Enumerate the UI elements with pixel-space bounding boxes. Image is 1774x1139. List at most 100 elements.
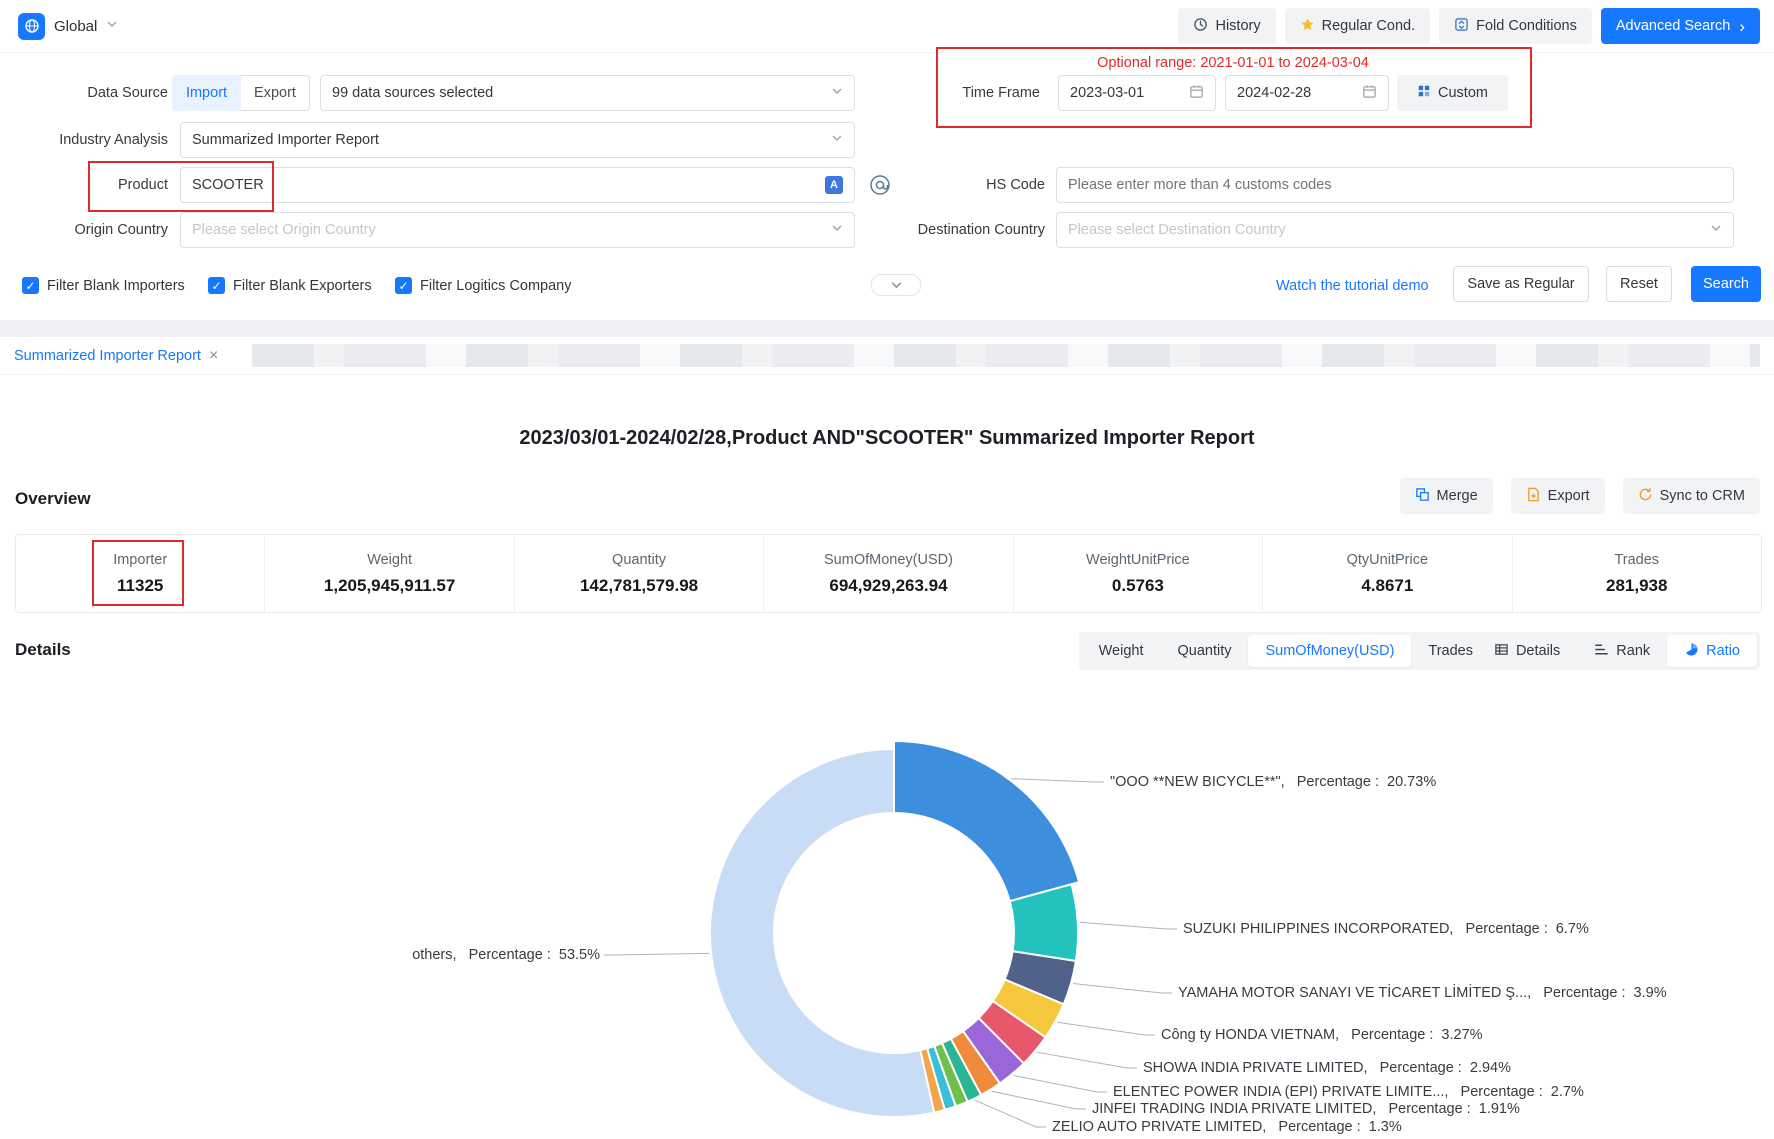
custom-grid-icon: [1417, 84, 1431, 102]
checkbox-label: Filter Logitics Company: [420, 278, 572, 294]
stat-trades: Trades 281,938: [1512, 535, 1761, 612]
import-tab[interactable]: Import: [172, 75, 241, 111]
label-line: [1080, 922, 1177, 929]
history-label: History: [1215, 18, 1260, 34]
industry-analysis-label: Industry Analysis: [0, 130, 168, 150]
view-tab-ratio[interactable]: Ratio: [1667, 635, 1757, 667]
custom-range-button[interactable]: Custom: [1397, 75, 1508, 111]
stat-label: Quantity: [612, 552, 666, 568]
start-date-value: 2023-03-01: [1070, 85, 1181, 101]
view-tab-label: Ratio: [1706, 643, 1740, 659]
end-date-input[interactable]: 2024-02-28: [1225, 75, 1389, 111]
stat-qty-unit-price: QtyUnitPrice 4.8671: [1262, 535, 1511, 612]
regular-cond-label: Regular Cond.: [1322, 18, 1416, 34]
history-button[interactable]: History: [1178, 8, 1275, 44]
stat-weight: Weight 1,205,945,911.57: [264, 535, 513, 612]
stat-label: SumOfMoney(USD): [824, 552, 953, 568]
export-tab[interactable]: Export: [241, 75, 310, 111]
view-tab-label: Details: [1516, 643, 1560, 659]
view-tab-rank[interactable]: Rank: [1577, 635, 1667, 667]
checkbox-checked-icon: ✓: [208, 277, 225, 294]
close-icon[interactable]: ×: [209, 348, 218, 364]
stat-value: 4.8671: [1361, 576, 1413, 596]
export-button[interactable]: Export: [1511, 478, 1605, 514]
ratio-donut-chart: "OOO **NEW BICYCLE**", Percentage : 20.7…: [0, 675, 1774, 1139]
checkbox-checked-icon: ✓: [22, 277, 39, 294]
filter-blank-exporters-checkbox[interactable]: ✓ Filter Blank Exporters: [208, 277, 372, 294]
origin-country-label: Origin Country: [0, 220, 168, 240]
data-sources-value: 99 data sources selected: [332, 85, 823, 101]
export-label: Export: [1548, 488, 1590, 504]
calendar-icon: [1362, 84, 1377, 103]
stat-value: 281,938: [1606, 576, 1667, 596]
stat-importer: Importer 11325: [16, 535, 264, 612]
import-export-toggle: Import Export: [172, 75, 310, 111]
stat-weight-unit-price: WeightUnitPrice 0.5763: [1013, 535, 1262, 612]
product-input[interactable]: [192, 177, 817, 193]
label-line: [975, 1100, 1046, 1127]
reset-button[interactable]: Reset: [1606, 266, 1672, 302]
stat-value: 1,205,945,911.57: [324, 576, 455, 596]
filter-logistics-company-checkbox[interactable]: ✓ Filter Logitics Company: [395, 277, 572, 294]
filter-blank-importers-checkbox[interactable]: ✓ Filter Blank Importers: [22, 277, 185, 294]
destination-country-label: Destination Country: [845, 220, 1045, 240]
fold-conditions-button[interactable]: Fold Conditions: [1439, 8, 1592, 44]
tutorial-demo-link[interactable]: Watch the tutorial demo: [1276, 278, 1429, 294]
start-date-input[interactable]: 2023-03-01: [1058, 75, 1216, 111]
merge-button[interactable]: Merge: [1400, 478, 1493, 514]
label-line: [1014, 1075, 1107, 1092]
star-icon: [1300, 17, 1315, 36]
chart-label: "OOO **NEW BICYCLE**", Percentage : 20.7…: [1110, 772, 1436, 792]
chevron-down-icon: [831, 132, 843, 148]
chart-label: JINFEI TRADING INDIA PRIVATE LIMITED, Pe…: [1092, 1099, 1520, 1119]
industry-analysis-select[interactable]: Summarized Importer Report: [180, 122, 855, 158]
overview-heading: Overview: [15, 489, 91, 509]
view-tab-details[interactable]: Details: [1477, 635, 1577, 667]
stat-value: 0.5763: [1112, 576, 1164, 596]
chevron-down-icon: [1710, 222, 1722, 238]
hs-code-input[interactable]: [1068, 177, 1722, 193]
stat-quantity: Quantity 142,781,579.98: [514, 535, 763, 612]
stat-label: QtyUnitPrice: [1347, 552, 1428, 568]
table-icon: [1494, 642, 1509, 661]
checkbox-label: Filter Blank Importers: [47, 278, 185, 294]
stat-label: Weight: [367, 552, 412, 568]
search-button[interactable]: Search: [1691, 266, 1761, 302]
metric-tab-quantity[interactable]: Quantity: [1160, 635, 1248, 667]
save-as-regular-button[interactable]: Save as Regular: [1453, 266, 1589, 302]
view-tab-label: Rank: [1616, 643, 1650, 659]
sync-to-crm-button[interactable]: Sync to CRM: [1623, 478, 1760, 514]
chevron-down-icon: [106, 17, 118, 35]
rank-icon: [1594, 642, 1609, 661]
pie-segment[interactable]: [894, 741, 1079, 901]
chevron-right-icon: ›: [1739, 18, 1745, 35]
hs-code-field: [1056, 167, 1734, 203]
label-line: [604, 953, 709, 955]
regular-cond-button[interactable]: Regular Cond.: [1285, 8, 1431, 44]
destination-country-placeholder: Please select Destination Country: [1068, 222, 1702, 238]
region-selector[interactable]: Global: [18, 13, 118, 40]
advanced-search-button[interactable]: Advanced Search ›: [1601, 8, 1760, 44]
topbar: Global History Regular Cond. Fold Condit…: [0, 0, 1774, 53]
chevron-down-icon: [890, 279, 903, 292]
calendar-icon: [1189, 84, 1204, 103]
report-title: 2023/03/01-2024/02/28,Product AND"SCOOTE…: [0, 427, 1774, 450]
collapse-conditions-button[interactable]: [871, 274, 921, 296]
translate-icon[interactable]: A: [825, 176, 843, 194]
label-line: [1073, 984, 1172, 993]
stat-sum-of-money: SumOfMoney(USD) 694,929,263.94: [763, 535, 1012, 612]
origin-country-select[interactable]: Please select Origin Country: [180, 212, 855, 248]
chart-label: SUZUKI PHILIPPINES INCORPORATED, Percent…: [1183, 919, 1589, 939]
metric-tab-weight[interactable]: Weight: [1082, 635, 1161, 667]
metric-tab-sum-of-money[interactable]: SumOfMoney(USD): [1248, 635, 1411, 667]
stat-label: Trades: [1614, 552, 1659, 568]
time-frame-label: Time Frame: [845, 83, 1040, 103]
checkbox-checked-icon: ✓: [395, 277, 412, 294]
tab-summarized-importer-report[interactable]: Summarized Importer Report ×: [8, 337, 224, 374]
merge-label: Merge: [1437, 488, 1478, 504]
data-sources-select[interactable]: 99 data sources selected: [320, 75, 855, 111]
sync-to-crm-label: Sync to CRM: [1660, 488, 1745, 504]
chart-label: SHOWA INDIA PRIVATE LIMITED, Percentage …: [1143, 1058, 1511, 1078]
destination-country-select[interactable]: Please select Destination Country: [1056, 212, 1734, 248]
chevron-down-icon: [831, 222, 843, 238]
